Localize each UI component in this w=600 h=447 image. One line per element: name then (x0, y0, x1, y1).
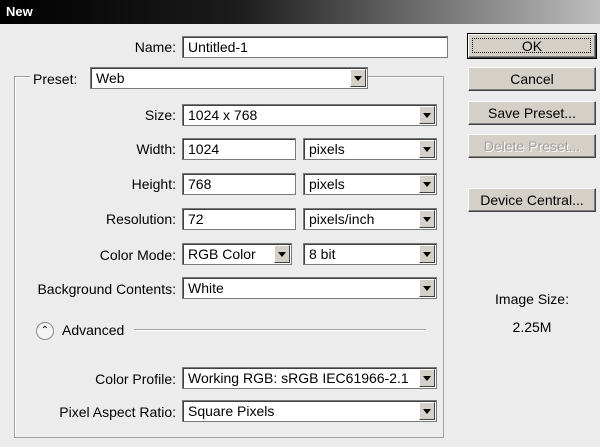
advanced-label: Advanced (62, 322, 125, 338)
width-label: Width: (136, 141, 176, 157)
focus-ring (472, 38, 591, 53)
resolution-value: 72 (188, 211, 204, 227)
preset-label: Preset: (30, 70, 92, 88)
title-bar: New (0, 0, 600, 24)
preset-select[interactable]: Web (90, 67, 368, 89)
resolution-unit-select[interactable]: pixels/inch (303, 208, 437, 230)
chevron-down-icon[interactable] (419, 175, 435, 193)
window-title: New (6, 4, 33, 19)
image-size-value: 2.25M (512, 319, 552, 335)
height-input[interactable]: 768 (182, 173, 296, 195)
save-preset-button-label: Save Preset... (488, 105, 576, 121)
advanced-divider (134, 329, 426, 331)
color-profile-value: Working RGB: sRGB IEC61966-2.1 (188, 370, 409, 386)
new-document-dialog: New Name: Untitled-1 Preset: Web Size: 1… (0, 0, 600, 447)
color-mode-label: Color Mode: (99, 247, 176, 263)
color-profile-select[interactable]: Working RGB: sRGB IEC61966-2.1 (182, 367, 437, 389)
size-select[interactable]: 1024 x 768 (182, 104, 437, 126)
cancel-button-label: Cancel (510, 71, 554, 87)
save-preset-button[interactable]: Save Preset... (468, 101, 596, 125)
pixel-aspect-ratio-select[interactable]: Square Pixels (182, 400, 437, 422)
delete-preset-button[interactable]: Delete Preset... (468, 134, 596, 158)
chevron-down-icon[interactable] (419, 245, 435, 263)
delete-preset-button-label: Delete Preset... (483, 138, 581, 154)
width-value: 1024 (188, 141, 220, 157)
name-input[interactable]: Untitled-1 (182, 36, 448, 58)
background-contents-value: White (188, 280, 224, 296)
background-contents-label: Background Contents: (37, 281, 176, 297)
bit-depth-select[interactable]: 8 bit (303, 243, 437, 265)
resolution-unit-value: pixels/inch (309, 211, 375, 227)
width-unit-select[interactable]: pixels (303, 138, 437, 160)
cancel-button[interactable]: Cancel (468, 67, 596, 91)
size-label: Size: (144, 107, 176, 123)
pixel-aspect-ratio-value: Square Pixels (188, 403, 275, 419)
pixel-aspect-ratio-label: Pixel Aspect Ratio: (59, 404, 176, 420)
advanced-collapse-icon[interactable]: ⌃ (36, 322, 54, 340)
chevron-down-icon[interactable] (419, 402, 435, 420)
height-unit-select[interactable]: pixels (303, 173, 437, 195)
resolution-label: Resolution: (105, 211, 176, 227)
bit-depth-value: 8 bit (309, 246, 336, 262)
name-label: Name: (134, 39, 176, 55)
chevron-down-icon[interactable] (419, 279, 435, 297)
height-unit-value: pixels (309, 176, 345, 192)
device-central-button-label: Device Central... (480, 192, 584, 208)
chevron-down-icon[interactable] (419, 210, 435, 228)
device-central-button[interactable]: Device Central... (468, 188, 596, 212)
height-value: 768 (188, 176, 212, 192)
chevron-down-icon[interactable] (419, 106, 435, 124)
height-label: Height: (131, 176, 176, 192)
chevron-down-icon[interactable] (350, 69, 366, 87)
color-profile-label: Color Profile: (95, 371, 176, 387)
image-size-label: Image Size: (495, 291, 569, 307)
width-input[interactable]: 1024 (182, 138, 296, 160)
width-unit-value: pixels (309, 141, 345, 157)
background-contents-select[interactable]: White (182, 277, 437, 299)
preset-value: Web (96, 70, 125, 86)
size-value: 1024 x 768 (188, 107, 258, 123)
resolution-input[interactable]: 72 (182, 208, 296, 230)
name-value: Untitled-1 (188, 39, 248, 55)
ok-button[interactable]: OK (467, 33, 597, 59)
color-mode-value: RGB Color (188, 246, 256, 262)
color-mode-select[interactable]: RGB Color (182, 243, 292, 265)
chevron-down-icon[interactable] (274, 245, 290, 263)
chevron-down-icon[interactable] (419, 369, 435, 387)
chevron-down-icon[interactable] (419, 140, 435, 158)
